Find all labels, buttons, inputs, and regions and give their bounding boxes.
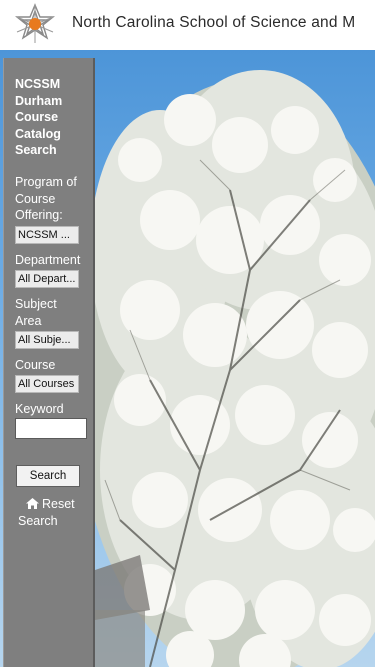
site-header: North Carolina School of Science and M — [0, 0, 375, 50]
program-select[interactable]: NCSSM ... — [15, 226, 79, 244]
course-select[interactable]: All Courses — [15, 375, 79, 393]
department-select[interactable]: All Depart... — [15, 270, 79, 288]
keyword-input[interactable] — [15, 418, 87, 439]
program-label: Program of Course Offering: — [15, 175, 77, 223]
subject-area-label: Subject Area — [15, 297, 57, 328]
search-button[interactable]: Search — [16, 465, 80, 487]
page: North Carolina School of Science and M N… — [0, 0, 375, 667]
course-label: Course — [15, 358, 56, 372]
department-label: Department — [15, 253, 81, 267]
ncssm-star-logo-icon[interactable] — [12, 3, 58, 45]
catalog-search-title: NCSSM Durham Course Catalog Search — [15, 77, 63, 158]
keyword-label: Keyword — [15, 402, 64, 416]
reset-search-link[interactable]: Reset Search — [18, 496, 94, 529]
subject-area-select[interactable]: All Subje... — [15, 331, 79, 349]
home-icon — [26, 498, 39, 509]
site-title[interactable]: North Carolina School of Science and M — [72, 14, 355, 32]
course-search-sidebar: NCSSM Durham Course Catalog Search Progr… — [3, 58, 95, 667]
